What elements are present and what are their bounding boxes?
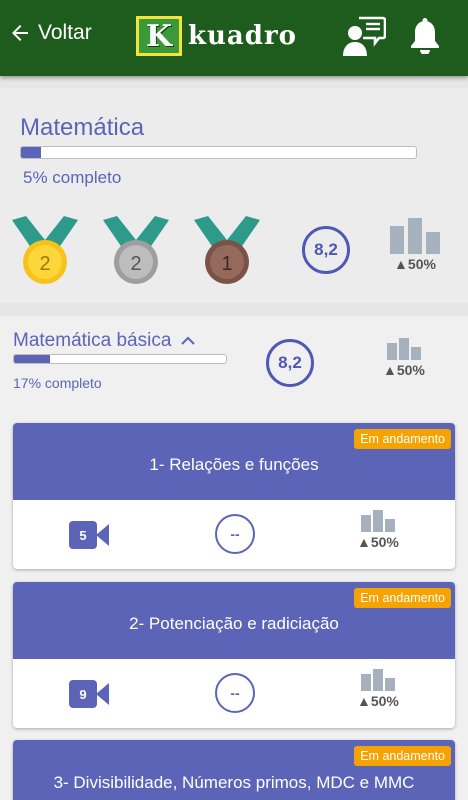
subject-progress-bar <box>20 146 417 159</box>
chevron-up-icon <box>181 336 196 345</box>
subject-progress-text: 5% completo <box>23 168 122 187</box>
bronze-medal-icon: 1 <box>194 216 260 284</box>
teacher-chat-icon[interactable] <box>342 16 386 58</box>
topic-footer: 5 -- ▲50% <box>13 500 455 569</box>
arrow-left-icon <box>12 25 28 41</box>
logo-letter: K <box>145 18 173 54</box>
subsection-progress-bar <box>13 354 227 364</box>
video-count: 9 <box>79 687 86 702</box>
bronze-medal-count: 1 <box>221 253 232 275</box>
subsection-card: Matemática básica 17% completo 8,2 ▲50% … <box>0 316 468 800</box>
subject-title: Matemática <box>20 114 145 141</box>
subsection-toggle[interactable]: Matemática básica <box>13 330 196 352</box>
bar-chart-icon <box>360 510 395 532</box>
video-count: 5 <box>79 528 86 543</box>
gold-medal-icon: 2 <box>12 216 78 284</box>
status-badge: Em andamento <box>354 588 451 608</box>
bar-chart-icon <box>386 338 421 360</box>
topic-card[interactable]: Em andamento 2- Potenciação e radiciação… <box>13 582 455 728</box>
silver-medal-icon: 2 <box>103 216 169 284</box>
topic-rank-text: ▲50% <box>357 534 399 550</box>
topic-footer: 9 -- ▲50% <box>13 659 455 728</box>
subsection-progress-fill <box>14 355 51 363</box>
bar-chart-icon <box>390 218 440 254</box>
video-icon[interactable]: 9 <box>69 680 109 708</box>
subject-progress-fill <box>21 147 41 158</box>
subsection-progress-text: 17% completo <box>13 375 102 391</box>
kuadro-logo: K kuadro <box>136 16 297 56</box>
back-button[interactable]: Voltar <box>8 18 92 48</box>
subject-score-badge: 8,2 <box>302 226 350 274</box>
bar-chart-icon <box>360 669 395 691</box>
topic-card[interactable]: Em andamento 3- Divisibilidade, Números … <box>13 740 455 800</box>
topic-header: Em andamento 1- Relações e funções <box>13 423 455 500</box>
topic-title: 1- Relações e funções <box>149 454 319 474</box>
status-badge: Em andamento <box>354 429 451 449</box>
subsection-title: Matemática básica <box>13 330 172 351</box>
grade-badge: -- <box>215 673 255 713</box>
topic-header: Em andamento 3- Divisibilidade, Números … <box>13 740 455 800</box>
silver-medal-count: 2 <box>130 253 141 275</box>
topic-card[interactable]: Em andamento 1- Relações e funções 5 -- … <box>13 423 455 569</box>
subsection-score-badge: 8,2 <box>266 339 314 387</box>
video-icon[interactable]: 5 <box>69 521 109 549</box>
notification-bell-icon[interactable] <box>408 18 442 54</box>
grade-badge: -- <box>215 514 255 554</box>
topic-ranking: ▲50% <box>357 669 399 709</box>
topic-header: Em andamento 2- Potenciação e radiciação <box>13 582 455 659</box>
logo-text: kuadro <box>188 21 297 51</box>
topic-title: 2- Potenciação e radiciação <box>129 613 339 633</box>
app-header: Voltar K kuadro <box>0 0 468 76</box>
back-label: Voltar <box>38 21 92 44</box>
subsection-ranking: ▲50% <box>383 338 425 378</box>
topic-ranking: ▲50% <box>357 510 399 550</box>
topic-title: 3- Divisibilidade, Números primos, MDC e… <box>53 773 415 792</box>
gold-medal-count: 2 <box>39 253 50 275</box>
topic-rank-text: ▲50% <box>357 693 399 709</box>
subject-rank-text: ▲50% <box>394 256 436 272</box>
subsection-rank-text: ▲50% <box>383 362 425 378</box>
subject-ranking: ▲50% <box>390 218 440 272</box>
status-badge: Em andamento <box>354 746 451 766</box>
subject-summary-card: Matemática 5% completo 2 2 1 8,2 ▲50% <box>0 88 468 303</box>
